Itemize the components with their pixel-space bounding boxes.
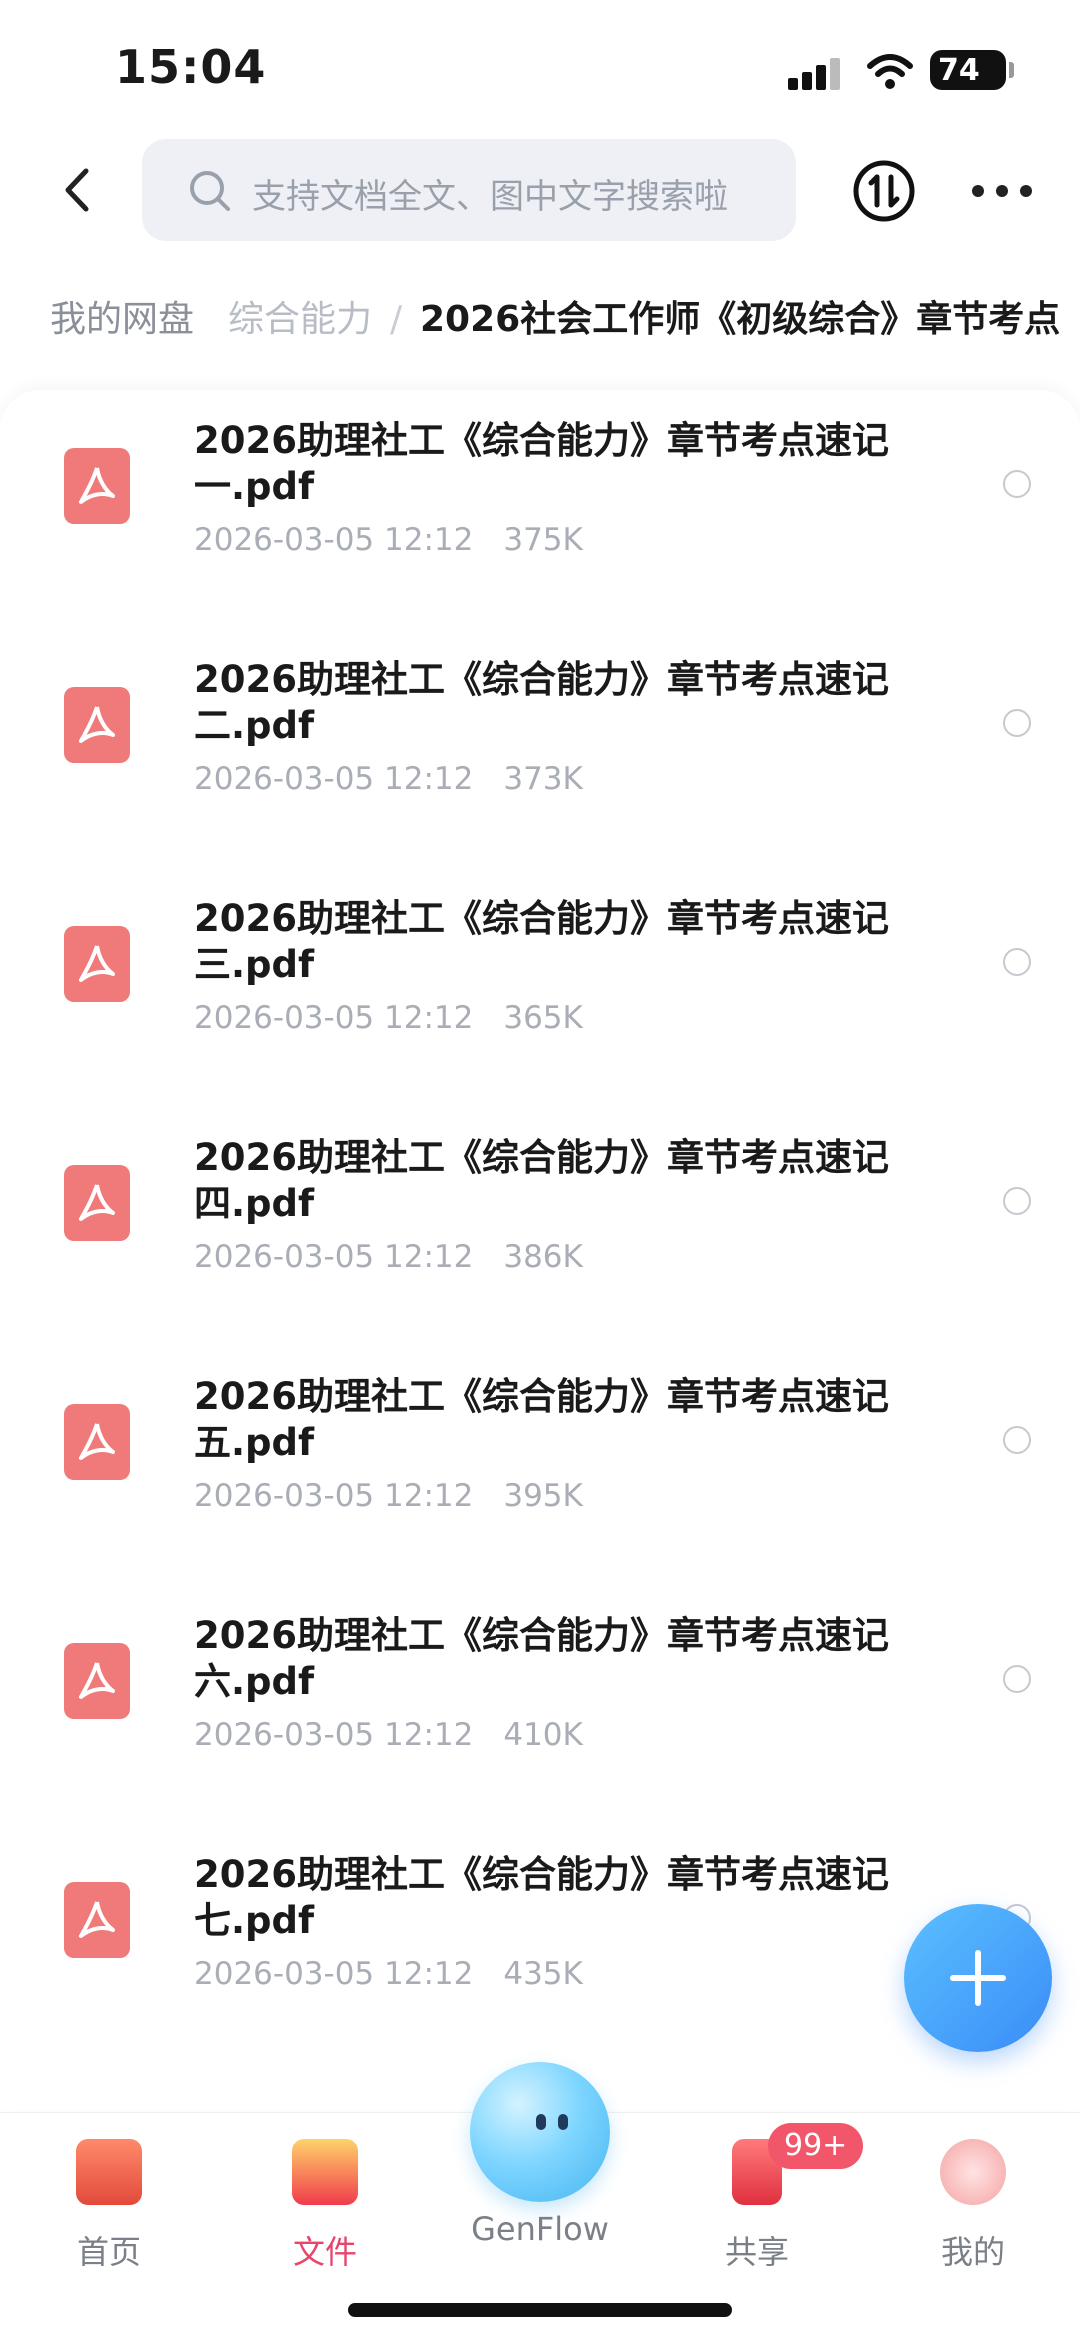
file-name: 2026助理社工《综合能力》章节考点速记 七.pdf [194, 1853, 889, 1942]
pdf-icon [64, 1882, 130, 1958]
file-size: 386K [503, 1239, 583, 1275]
file-row[interactable]: 2026助理社工《综合能力》章节考点速记 四.pdf 2026-03-05 12… [0, 1107, 1080, 1346]
file-list: 2026助理社工《综合能力》章节考点速记 一.pdf 2026-03-05 12… [0, 390, 1080, 2110]
file-meta: 2026-03-05 12:12 410K [194, 1717, 583, 1753]
search-icon [190, 171, 230, 211]
sync-icon[interactable] [852, 159, 916, 223]
file-size: 410K [503, 1717, 583, 1753]
pdf-icon [64, 1165, 130, 1241]
avatar-icon [940, 2139, 1006, 2205]
file-meta: 2026-03-05 12:12 386K [194, 1239, 583, 1275]
tab-share-label: 共享 [724, 2233, 789, 2271]
select-radio[interactable] [1003, 1187, 1031, 1215]
file-size: 435K [503, 1956, 583, 1992]
file-row[interactable]: 2026助理社工《综合能力》章节考点速记 二.pdf 2026-03-05 12… [0, 629, 1080, 868]
file-name: 2026助理社工《综合能力》章节考点速记 六.pdf [194, 1614, 889, 1703]
pdf-icon [64, 448, 130, 524]
select-radio[interactable] [1003, 1665, 1031, 1693]
genflow-eye [558, 2114, 568, 2130]
file-meta: 2026-03-05 12:12 365K [194, 1000, 583, 1036]
file-date: 2026-03-05 12:12 [194, 1717, 474, 1753]
home-icon [76, 2139, 142, 2205]
more-icon[interactable] [972, 185, 1032, 199]
tab-me[interactable]: 我的 [898, 2129, 1048, 2279]
tab-me-label: 我的 [940, 2233, 1005, 2271]
file-date: 2026-03-05 12:12 [194, 1000, 474, 1036]
pdf-icon [64, 926, 130, 1002]
file-name: 2026助理社工《综合能力》章节考点速记 一.pdf [194, 419, 889, 508]
battery-level: 74 [938, 52, 980, 88]
status-bar: 15:04 74 [0, 0, 1080, 130]
genflow-label: GenFlow [471, 2210, 609, 2248]
top-bar: 支持文档全文、图中文字搜索啦 [0, 135, 1080, 245]
search-placeholder: 支持文档全文、图中文字搜索啦 [252, 177, 728, 217]
status-time: 15:04 [115, 40, 267, 94]
file-date: 2026-03-05 12:12 [194, 761, 474, 797]
file-name: 2026助理社工《综合能力》章节考点速记 二.pdf [194, 658, 889, 747]
file-row[interactable]: 2026助理社工《综合能力》章节考点速记 五.pdf 2026-03-05 12… [0, 1346, 1080, 1585]
file-size: 373K [503, 761, 583, 797]
battery-indicator: 74 [930, 50, 1014, 90]
breadcrumb-current: 2026社会工作师《初级综合》章节考点 [420, 299, 1061, 340]
file-row[interactable]: 2026助理社工《综合能力》章节考点速记 六.pdf 2026-03-05 12… [0, 1585, 1080, 1824]
breadcrumb-separator: / [390, 299, 403, 340]
file-meta: 2026-03-05 12:12 373K [194, 761, 583, 797]
tab-home[interactable]: 首页 [34, 2129, 184, 2279]
file-name: 2026助理社工《综合能力》章节考点速记 三.pdf [194, 897, 889, 986]
file-row[interactable]: 2026助理社工《综合能力》章节考点速记 三.pdf 2026-03-05 12… [0, 868, 1080, 1107]
file-size: 375K [503, 522, 583, 558]
wifi-icon [867, 54, 913, 89]
search-input[interactable]: 支持文档全文、图中文字搜索啦 [142, 139, 796, 241]
file-date: 2026-03-05 12:12 [194, 1478, 474, 1514]
breadcrumb: 我的网盘 综合能力 / 2026社会工作师《初级综合》章节考点 [0, 280, 1080, 364]
file-meta: 2026-03-05 12:12 375K [194, 522, 583, 558]
file-date: 2026-03-05 12:12 [194, 1956, 474, 1992]
tab-files-label: 文件 [292, 2233, 357, 2271]
file-meta: 2026-03-05 12:12 435K [194, 1956, 583, 1992]
genflow-eye [536, 2114, 546, 2130]
select-radio[interactable] [1003, 709, 1031, 737]
back-icon[interactable] [58, 165, 98, 215]
select-radio[interactable] [1003, 948, 1031, 976]
add-button[interactable] [904, 1904, 1052, 2052]
select-radio[interactable] [1003, 470, 1031, 498]
breadcrumb-parent[interactable]: 综合能力 [228, 284, 372, 356]
file-size: 395K [503, 1478, 583, 1514]
file-date: 2026-03-05 12:12 [194, 1239, 474, 1275]
file-date: 2026-03-05 12:12 [194, 522, 474, 558]
file-row[interactable]: 2026助理社工《综合能力》章节考点速记 一.pdf 2026-03-05 12… [0, 390, 1080, 629]
tab-files[interactable]: 文件 [250, 2129, 400, 2279]
file-size: 365K [503, 1000, 583, 1036]
file-meta: 2026-03-05 12:12 395K [194, 1478, 583, 1514]
home-indicator [348, 2303, 732, 2317]
files-icon [292, 2139, 358, 2205]
select-radio[interactable] [1003, 1426, 1031, 1454]
pdf-icon [64, 687, 130, 763]
file-name: 2026助理社工《综合能力》章节考点速记 五.pdf [194, 1375, 889, 1464]
tab-share[interactable]: 99+ 共享 [682, 2123, 864, 2279]
pdf-icon [64, 1643, 130, 1719]
share-badge: 99+ [768, 2123, 864, 2169]
cellular-signal-icon [788, 56, 844, 90]
tab-home-label: 首页 [76, 2233, 141, 2271]
file-name: 2026助理社工《综合能力》章节考点速记 四.pdf [194, 1136, 889, 1225]
genflow-button[interactable] [470, 2062, 610, 2202]
pdf-icon [64, 1404, 130, 1480]
breadcrumb-root[interactable]: 我的网盘 [26, 284, 219, 356]
